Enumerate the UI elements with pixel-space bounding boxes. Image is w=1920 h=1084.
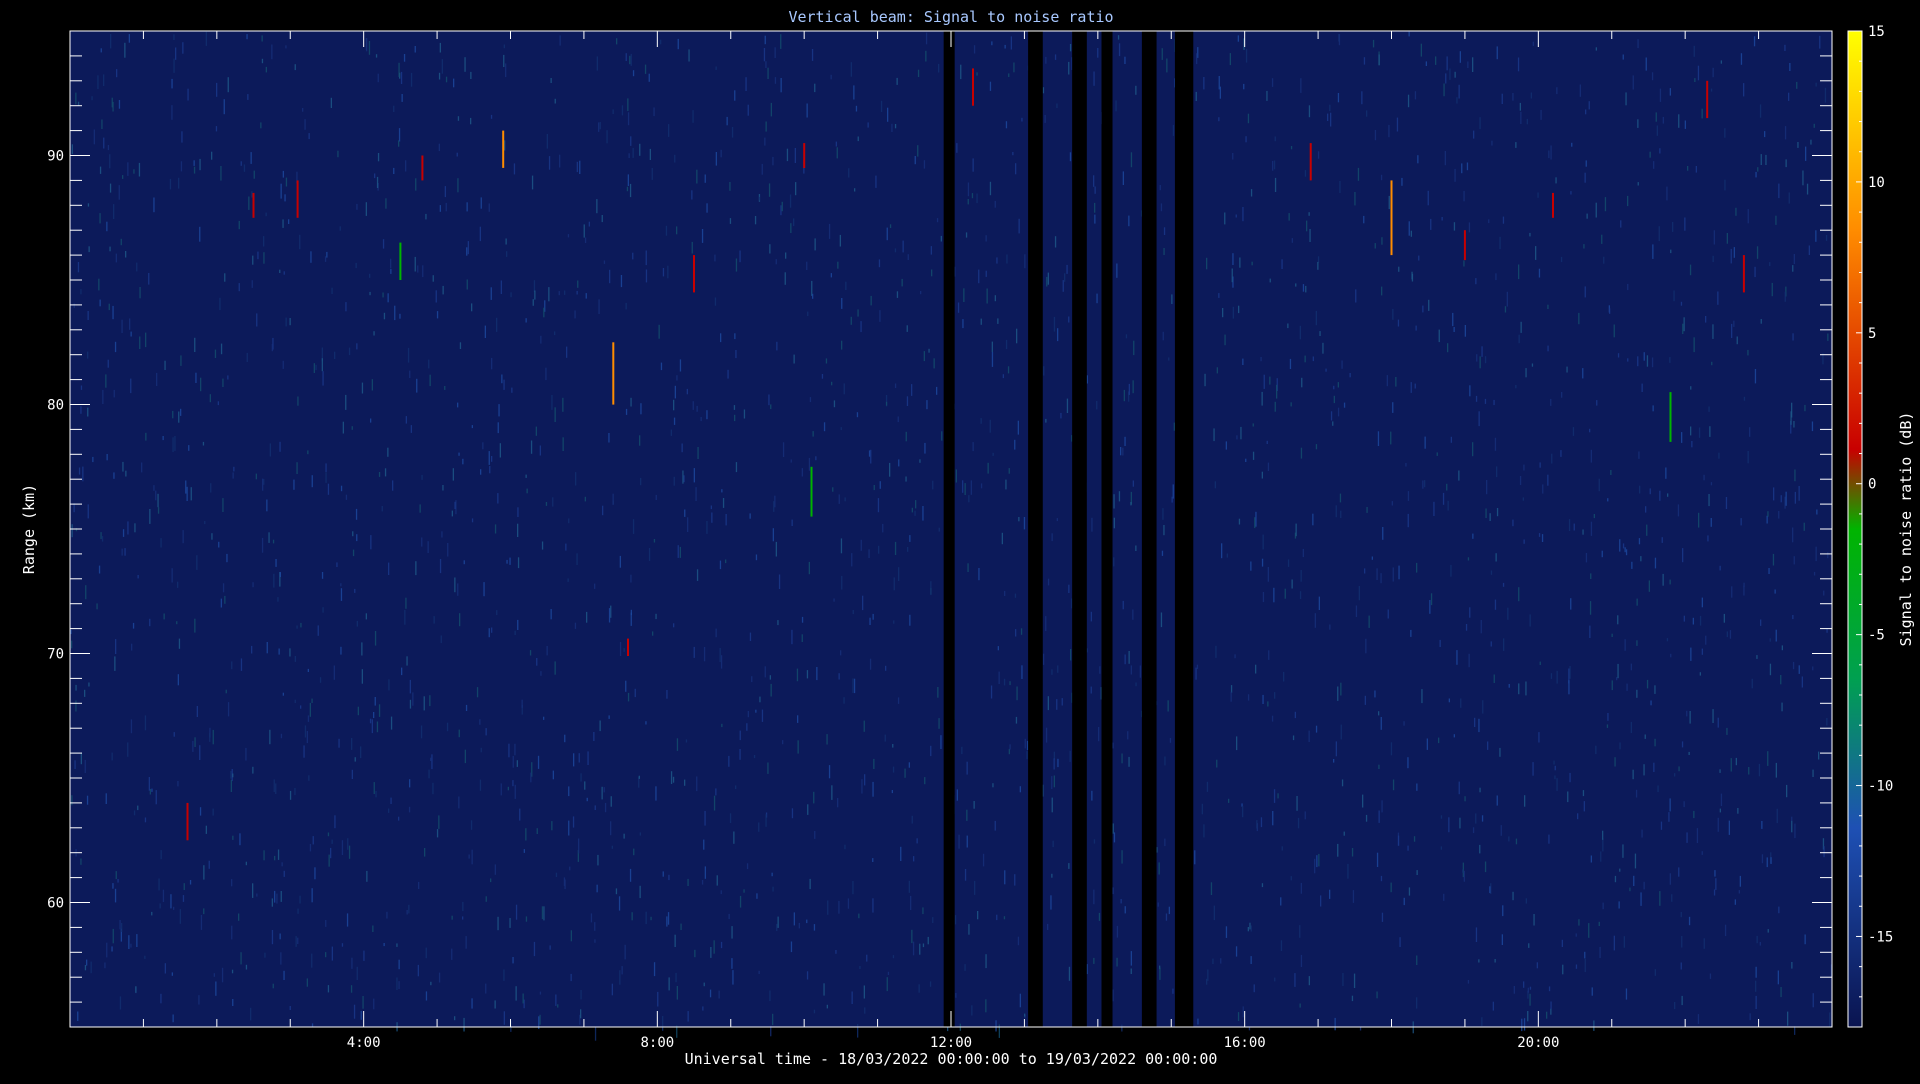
echo-mark bbox=[186, 802, 189, 841]
data-gap bbox=[1141, 31, 1157, 1027]
echo-mark bbox=[1552, 192, 1554, 218]
echo-mark bbox=[612, 342, 615, 405]
y-tick-label: 60 bbox=[47, 896, 64, 912]
y-tick-label: 70 bbox=[47, 647, 64, 663]
colorbar-label: Signal to noise ratio (dB) bbox=[1897, 412, 1915, 647]
echo-mark bbox=[810, 466, 813, 517]
colorbar-gradient bbox=[1847, 30, 1863, 1028]
data-gap bbox=[943, 31, 955, 1027]
echo-mark bbox=[421, 155, 424, 181]
colorbar: -15 -10 -5 0 5 10 15 Signal to noise ratio (dB… bbox=[1847, 24, 1915, 1028]
data-gap bbox=[1072, 31, 1087, 1027]
y-axis-label: Range (km) bbox=[20, 484, 38, 574]
snr-heatmap-chart: 4:00 8:00 12:00 16:00 20:00 60 70 80 90 Vertica… bbox=[0, 0, 1920, 1080]
colorbar-tick-label: -15 bbox=[1868, 929, 1893, 945]
y-tick-label: 90 bbox=[47, 149, 64, 165]
colorbar-tick-label: -10 bbox=[1868, 779, 1893, 795]
plot-area bbox=[69, 30, 1833, 1041]
x-tick-label: 12:00 bbox=[930, 1035, 972, 1051]
echo-mark bbox=[1390, 180, 1393, 256]
echo-mark bbox=[1669, 392, 1672, 442]
echo-mark bbox=[972, 68, 974, 106]
echo-mark bbox=[252, 192, 255, 218]
echo-mark bbox=[803, 143, 806, 168]
x-tick-label: 20:00 bbox=[1517, 1035, 1559, 1051]
x-tick-label: 8:00 bbox=[640, 1035, 674, 1051]
echo-mark bbox=[502, 130, 505, 168]
x-axis-label: Universal time - 18/03/2022 00:00:00 to … bbox=[685, 1050, 1218, 1068]
data-gap bbox=[1174, 31, 1194, 1027]
echo-mark bbox=[1309, 143, 1312, 181]
x-tick-label: 4:00 bbox=[347, 1035, 381, 1051]
echo-mark bbox=[1463, 230, 1466, 261]
colorbar-tick-label: 15 bbox=[1868, 24, 1885, 40]
y-tick-label: 80 bbox=[47, 398, 64, 414]
echo-mark bbox=[1706, 80, 1709, 119]
x-tick-label: 16:00 bbox=[1224, 1035, 1266, 1051]
colorbar-tick-label: -5 bbox=[1868, 628, 1885, 644]
echo-mark bbox=[399, 242, 402, 280]
chart-svg: 4:00 8:00 12:00 16:00 20:00 60 70 80 90 Vertica… bbox=[20, 8, 1915, 1068]
echo-mark bbox=[1742, 255, 1745, 293]
colorbar-tick-label: 0 bbox=[1868, 477, 1876, 493]
data-gap bbox=[1101, 31, 1113, 1027]
echo-mark bbox=[296, 180, 299, 218]
chart-title: Vertical beam: Signal to noise ratio bbox=[788, 8, 1113, 26]
echo-mark bbox=[627, 638, 629, 656]
colorbar-tick-label: 10 bbox=[1868, 175, 1885, 191]
echo-mark bbox=[693, 255, 695, 293]
data-gap bbox=[1028, 31, 1043, 1027]
colorbar-tick-label: 5 bbox=[1868, 326, 1876, 342]
